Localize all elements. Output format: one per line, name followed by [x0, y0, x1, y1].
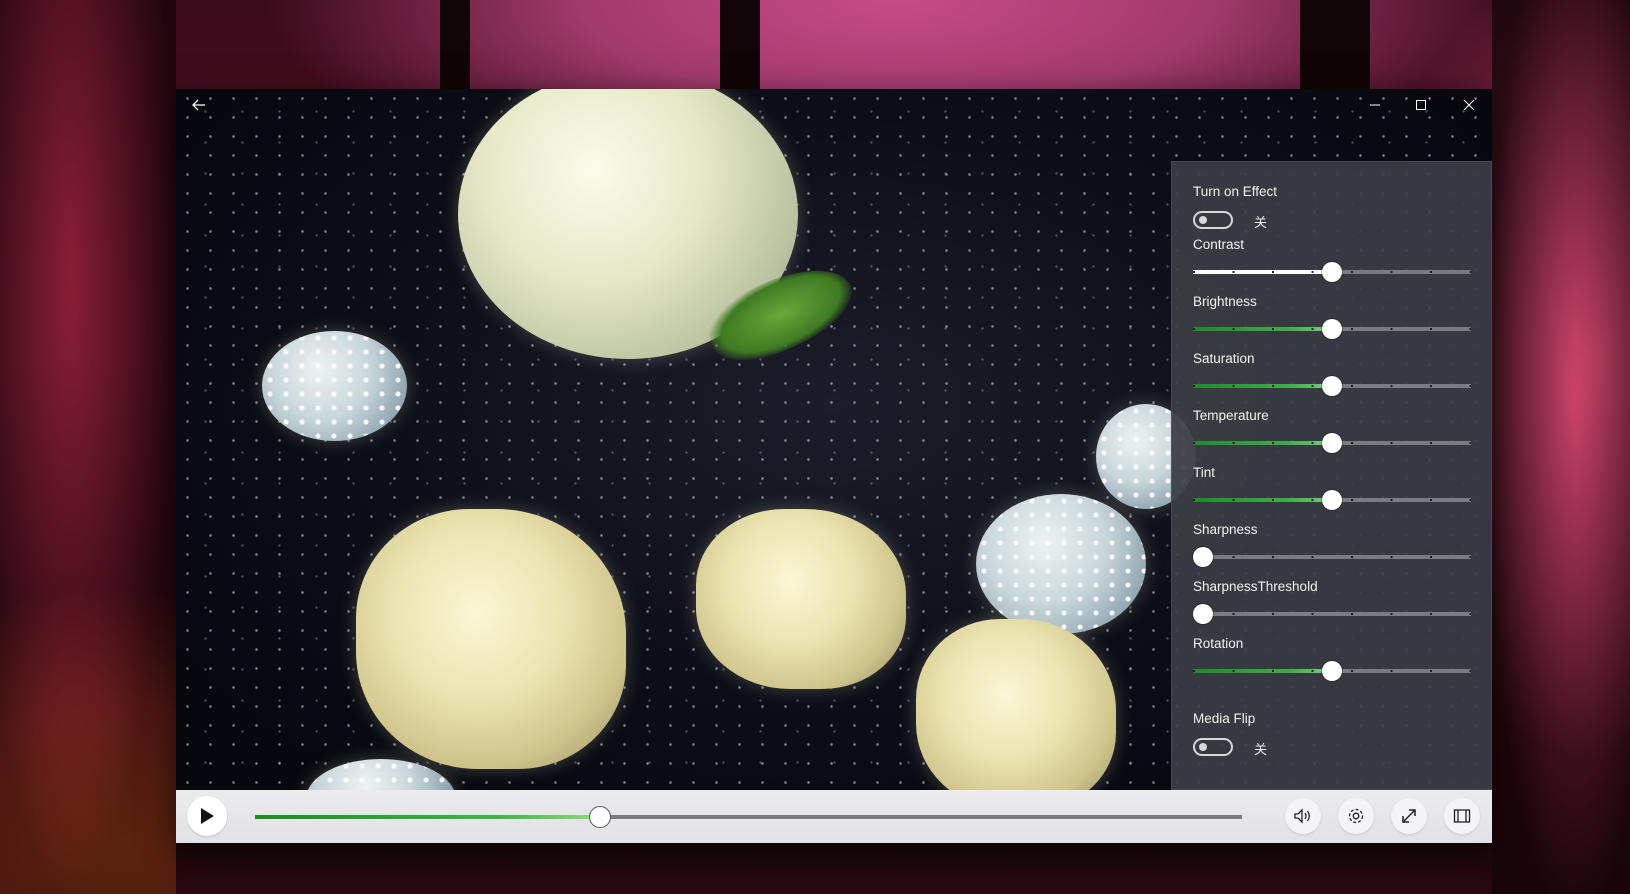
- toggle-knob: [1199, 743, 1207, 751]
- slider-ticks: [1193, 556, 1471, 558]
- media-flip-toggle[interactable]: [1193, 738, 1233, 756]
- toggle-knob: [1199, 216, 1207, 224]
- close-icon[interactable]: [1446, 89, 1492, 121]
- slider-label-sharpnessthreshold: SharpnessThreshold: [1193, 579, 1318, 594]
- slider-label-sharpness: Sharpness: [1193, 522, 1258, 537]
- maximize-icon[interactable]: [1398, 89, 1444, 121]
- playback-control-bar: [176, 790, 1492, 843]
- turn-on-effect-label: Turn on Effect: [1193, 184, 1278, 199]
- slider-thumb[interactable]: [1322, 490, 1342, 510]
- slider-temperature[interactable]: [1193, 433, 1471, 453]
- seek-slider[interactable]: [255, 806, 1242, 828]
- title-bar: [176, 89, 1492, 121]
- slider-ticks: [1193, 613, 1471, 615]
- slider-thumb[interactable]: [1322, 319, 1342, 339]
- jellyfish-frilly-center: [696, 509, 906, 689]
- video-frame[interactable]: Turn on Effect 关 Contrast Brightness Satur…: [176, 89, 1492, 790]
- effects-panel: Turn on Effect 关 Contrast Brightness Satur…: [1171, 161, 1492, 790]
- slider-thumb[interactable]: [1322, 661, 1342, 681]
- slider-label-saturation: Saturation: [1193, 351, 1255, 366]
- settings-gear-icon: [1348, 808, 1364, 824]
- media-player-window: Turn on Effect 关 Contrast Brightness Satur…: [176, 89, 1492, 843]
- compact-overlay-icon: [1453, 809, 1471, 823]
- slider-thumb[interactable]: [1322, 433, 1342, 453]
- volume-icon: [1294, 808, 1310, 824]
- slider-label-contrast: Contrast: [1193, 237, 1245, 252]
- slider-thumb[interactable]: [1193, 604, 1213, 624]
- slider-brightness[interactable]: [1193, 319, 1471, 339]
- compact-overlay-button[interactable]: [1444, 798, 1480, 834]
- slider-label-brightness: Brightness: [1193, 294, 1257, 309]
- fullscreen-icon: [1402, 809, 1416, 823]
- settings-button[interactable]: [1338, 798, 1374, 834]
- seek-thumb[interactable]: [589, 806, 612, 828]
- back-arrow-icon[interactable]: [176, 89, 222, 121]
- slider-label-temperature: Temperature: [1193, 408, 1269, 423]
- slider-label-rotation: Rotation: [1193, 636, 1244, 651]
- slider-saturation[interactable]: [1193, 376, 1471, 396]
- slider-label-tint: Tint: [1193, 465, 1216, 480]
- slider-thumb[interactable]: [1193, 547, 1213, 567]
- jellyfish-frilly-bottom-left: [356, 509, 626, 769]
- play-button[interactable]: [187, 796, 227, 836]
- jellyfish-frilly-bottom-right: [916, 619, 1116, 790]
- slider-thumb[interactable]: [1322, 376, 1342, 396]
- slider-sharpnessthreshold[interactable]: [1193, 604, 1471, 624]
- slider-tint[interactable]: [1193, 490, 1471, 510]
- volume-button[interactable]: [1285, 798, 1321, 834]
- slider-rotation[interactable]: [1193, 661, 1471, 681]
- fullscreen-button[interactable]: [1391, 798, 1427, 834]
- seek-progress: [255, 815, 601, 819]
- slider-contrast[interactable]: [1193, 262, 1471, 282]
- slider-sharpness[interactable]: [1193, 547, 1471, 567]
- jellyfish-small-left: [262, 331, 407, 441]
- turn-on-effect-toggle[interactable]: [1193, 211, 1233, 229]
- jellyfish-right: [976, 494, 1146, 634]
- turn-on-effect-state: 关: [1254, 215, 1268, 230]
- media-flip-state: 关: [1254, 742, 1268, 757]
- slider-thumb[interactable]: [1322, 262, 1342, 282]
- play-icon: [201, 808, 214, 824]
- media-flip-label: Media Flip: [1193, 711, 1256, 726]
- minimize-icon[interactable]: [1352, 89, 1398, 121]
